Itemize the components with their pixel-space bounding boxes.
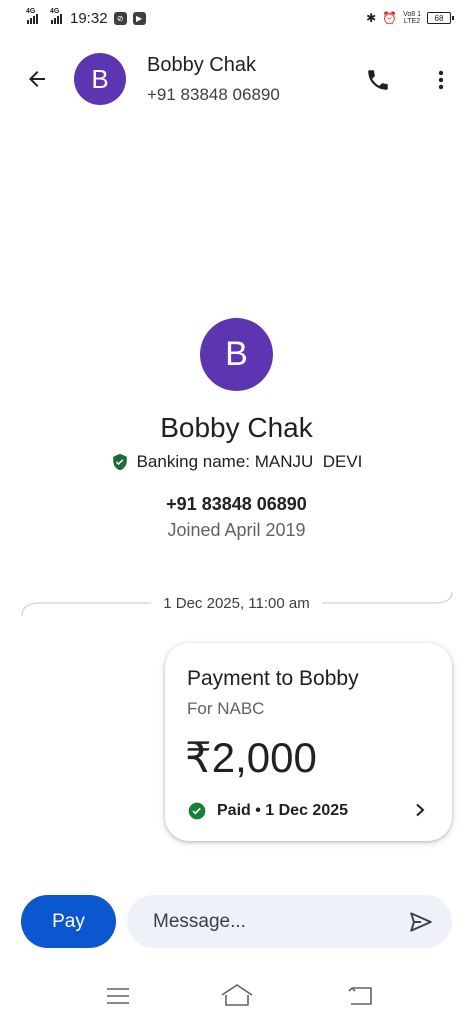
phone-icon (368, 70, 388, 90)
nav-menu-button[interactable] (106, 986, 130, 1011)
payment-note: For NABC (187, 699, 265, 718)
battery-icon: 68 (427, 12, 454, 24)
home-icon (221, 984, 253, 1006)
bluetooth-icon: ✱ (366, 11, 377, 25)
lte-indicator: Vo8 1 LTE2 (403, 11, 421, 25)
arrow-left-icon (29, 71, 45, 87)
message-box (127, 895, 452, 948)
profile-phone: +91 83848 06890 (166, 494, 307, 514)
network-type: 4G (50, 8, 60, 15)
nav-back-button[interactable] (347, 985, 375, 1012)
more-options-button[interactable] (426, 64, 456, 96)
menu-icon (107, 988, 129, 1004)
banking-name: Banking name: MANJU DEVI (136, 452, 363, 471)
send-button[interactable] (406, 907, 436, 937)
status-bar: 4G 4G 19:32 ⊘ ▶ ✱ ⏰ Vo8 1 LTE2 68 (0, 0, 473, 36)
battery-level: 68 (434, 13, 444, 23)
date-label: 1 Dec 2025, 11:00 am (151, 595, 322, 612)
status-bar-right: ✱ ⏰ Vo8 1 LTE2 68 (366, 11, 454, 25)
message-input[interactable] (153, 895, 393, 948)
contact-phone: +91 83848 06890 (147, 85, 280, 104)
profile-joined: Joined April 2019 (167, 520, 306, 540)
screen: 4G 4G 19:32 ⊘ ▶ ✱ ⏰ Vo8 1 LTE2 68 B Bobb… (0, 0, 473, 1024)
check-circle-icon (188, 802, 206, 820)
nav-home-button[interactable] (220, 982, 254, 1013)
payment-card[interactable]: Payment to Bobby For NABC ₹2,000 Paid • … (165, 643, 452, 841)
send-icon (410, 912, 432, 932)
contact-avatar[interactable]: B (74, 53, 126, 105)
payment-title: Payment to Bobby (187, 667, 359, 690)
signal-icon: 4G (26, 8, 38, 24)
lte-top: Vo8 1 (403, 11, 421, 18)
date-label-wrap: 1 Dec 2025, 11:00 am (0, 595, 473, 612)
video-notification-icon: ▶ (132, 11, 146, 25)
status-time: 19:32 (70, 9, 108, 27)
payment-amount: ₹2,000 (185, 734, 317, 781)
status-bar-left: 4G 4G 19:32 ⊘ ▶ (26, 8, 146, 27)
banking-name-row: Banking name: MANJU DEVI (0, 452, 473, 472)
back-button[interactable] (20, 62, 54, 96)
pay-button[interactable]: Pay (21, 895, 116, 948)
shield-check-icon (112, 453, 127, 471)
profile-name: Bobby Chak (160, 412, 313, 443)
chevron-right-icon (416, 803, 425, 817)
system-nav-bar (0, 976, 473, 1016)
date-divider: 1 Dec 2025, 11:00 am (0, 592, 473, 618)
call-button[interactable] (362, 64, 394, 96)
payment-status: Paid • 1 Dec 2025 (187, 801, 348, 821)
network-type: 4G (26, 8, 36, 15)
lte-bottom: LTE2 (403, 18, 421, 25)
app-notification-icon: ⊘ (113, 11, 127, 25)
alarm-icon: ⏰ (382, 11, 398, 25)
profile-avatar: B (200, 318, 273, 391)
contact-name[interactable]: Bobby Chak (147, 54, 256, 77)
app-header: B Bobby Chak +91 83848 06890 (0, 48, 473, 110)
payment-details-chevron[interactable] (412, 801, 428, 819)
more-vertical-icon (438, 70, 444, 90)
signal-icon: 4G (50, 8, 62, 24)
payment-status-text: Paid • 1 Dec 2025 (217, 802, 349, 819)
back-icon (348, 987, 372, 1005)
